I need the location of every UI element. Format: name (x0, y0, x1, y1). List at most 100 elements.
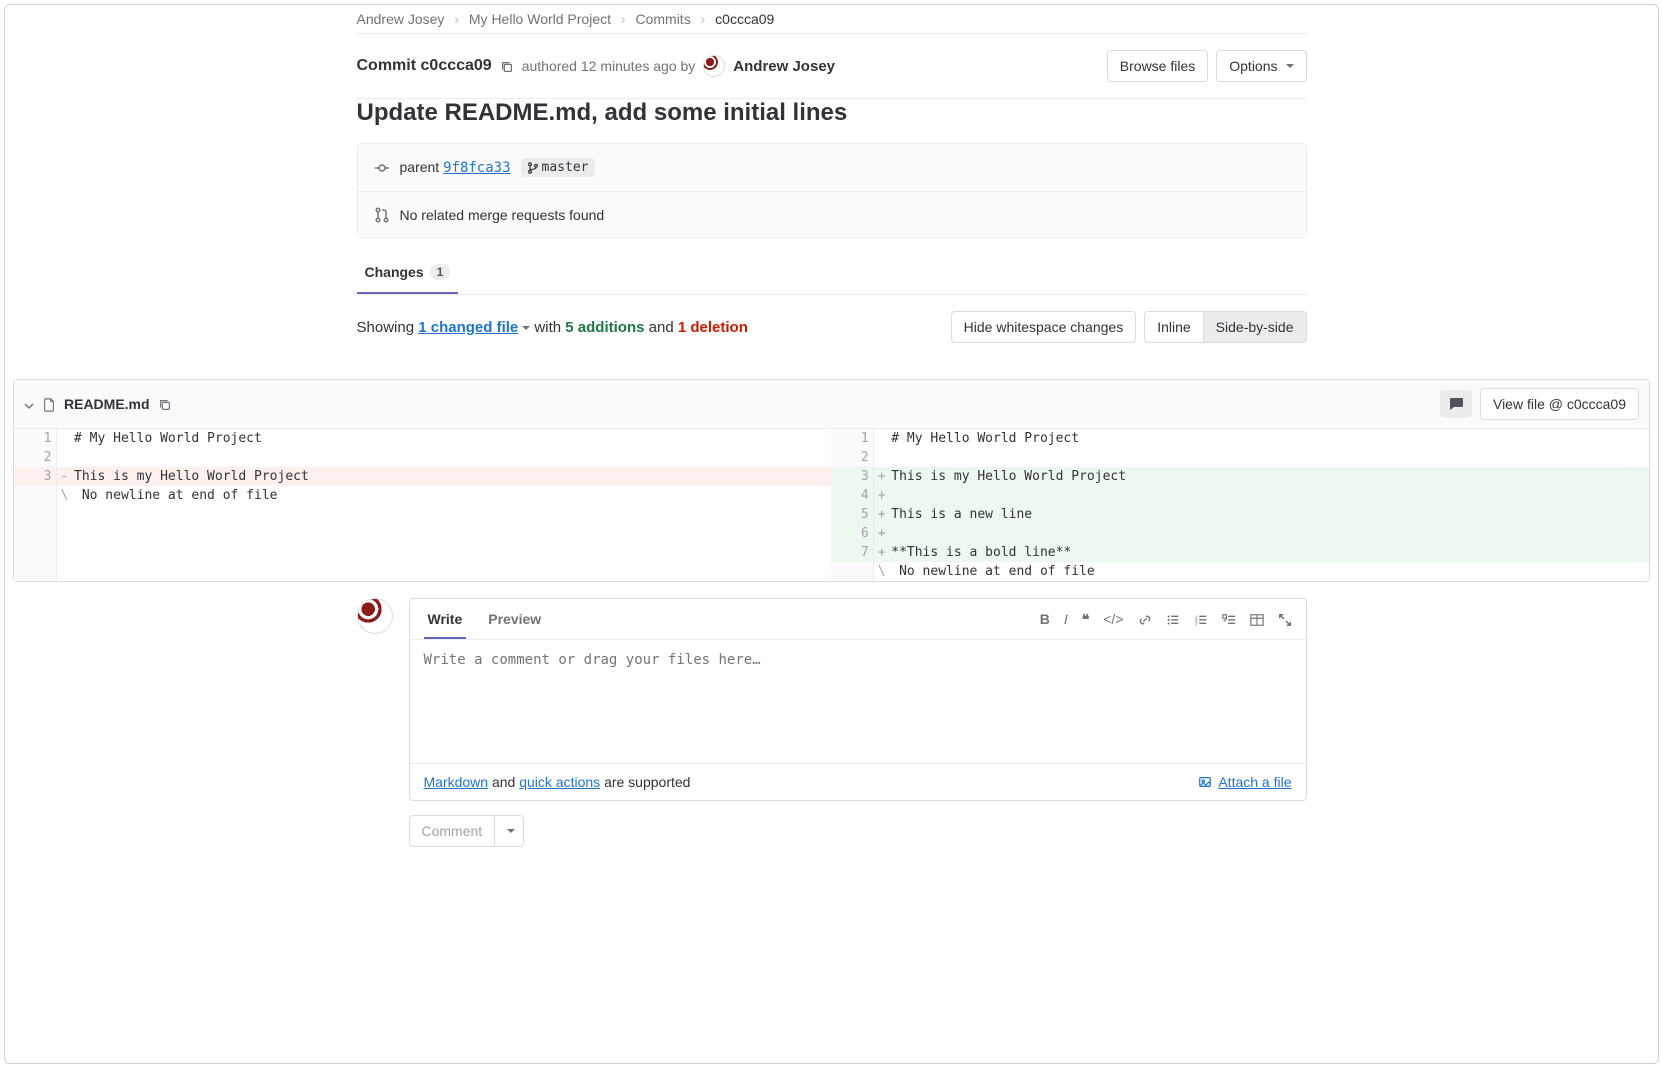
quick-actions-link[interactable]: quick actions (519, 774, 600, 790)
line-number-old[interactable] (14, 543, 56, 562)
diff-sign: \ (873, 562, 887, 581)
parent-box: parent 9f8fca33 master No related merge … (357, 143, 1307, 238)
copy-path-icon[interactable] (158, 396, 172, 412)
breadcrumb-owner[interactable]: Andrew Josey (357, 11, 445, 27)
tab-changes[interactable]: Changes 1 (357, 250, 459, 294)
diff-code-old: This is my Hello World Project (70, 467, 831, 486)
commit-header: Commit c0ccca09 authored 12 minutes ago … (357, 34, 1307, 98)
line-number-old[interactable] (14, 505, 56, 524)
line-number-new[interactable]: 7 (831, 543, 873, 562)
view-file-button[interactable]: View file @ c0ccca09 (1480, 388, 1639, 420)
diff-sign: - (56, 467, 70, 486)
italic-icon[interactable]: I (1064, 611, 1068, 627)
line-number-new[interactable]: 1 (831, 429, 873, 448)
breadcrumb-project[interactable]: My Hello World Project (469, 11, 611, 27)
comment-submit-dropdown[interactable] (495, 815, 524, 847)
comment-tab-write[interactable]: Write (424, 599, 467, 639)
bullet-list-icon[interactable] (1166, 611, 1180, 627)
line-number-old[interactable]: 2 (14, 448, 56, 467)
side-by-side-view-button[interactable]: Side-by-side (1203, 311, 1307, 343)
and-label: and (649, 319, 674, 336)
line-number-new[interactable]: 5 (831, 505, 873, 524)
line-number-new[interactable]: 3 (831, 467, 873, 486)
options-button[interactable]: Options (1216, 50, 1306, 82)
diff-sign: \ (56, 486, 70, 505)
bold-icon[interactable]: B (1040, 611, 1050, 627)
diff-code-new: **This is a bold line** (887, 543, 1648, 562)
and-label: and (492, 774, 515, 790)
diff-code-new (887, 524, 1648, 543)
hide-whitespace-button[interactable]: Hide whitespace changes (951, 311, 1137, 343)
numbered-list-icon[interactable]: 123 (1194, 611, 1208, 627)
author-name[interactable]: Andrew Josey (733, 58, 835, 75)
line-number-old[interactable] (14, 524, 56, 543)
commit-sha: c0ccca09 (421, 57, 492, 74)
authored-label: authored (522, 58, 577, 74)
diff-sign: + (873, 486, 887, 505)
branch-tag[interactable]: master (521, 158, 595, 177)
diff-sign (56, 505, 70, 524)
additions-count: 5 additions (565, 319, 644, 336)
time-ago: 12 minutes ago (581, 58, 677, 74)
current-user-avatar[interactable] (357, 598, 393, 634)
author-avatar[interactable] (703, 55, 725, 77)
fullscreen-icon[interactable] (1278, 611, 1292, 627)
changed-file-dropdown[interactable]: 1 changed file (418, 319, 530, 336)
diff-sign (56, 524, 70, 543)
tab-changes-count: 1 (430, 264, 451, 280)
diff-code-old: No newline at end of file (70, 486, 831, 505)
diff-sign: + (873, 505, 887, 524)
diff-row: 22 (14, 448, 1649, 467)
copy-icon[interactable] (500, 58, 514, 74)
file-icon (42, 396, 56, 412)
diff-sign (56, 543, 70, 562)
line-number-new[interactable] (831, 562, 873, 581)
attach-file-link[interactable]: Attach a file (1198, 774, 1291, 790)
link-icon[interactable] (1138, 611, 1152, 627)
diff-row: 1# My Hello World Project1# My Hello Wor… (14, 429, 1649, 448)
showing-label: Showing (357, 319, 415, 336)
quote-icon[interactable]: ❝ (1082, 611, 1090, 628)
breadcrumb-commits[interactable]: Commits (635, 11, 690, 27)
commit-icon (374, 159, 390, 176)
comment-tab-preview[interactable]: Preview (484, 599, 545, 639)
line-number-new[interactable]: 6 (831, 524, 873, 543)
supported-label: are supported (604, 774, 690, 790)
deletions-count: 1 deletion (678, 319, 748, 336)
comment-box: Write Preview B I ❝ </> 123 (409, 598, 1307, 801)
line-number-new[interactable]: 4 (831, 486, 873, 505)
line-number-new[interactable]: 2 (831, 448, 873, 467)
file-name[interactable]: README.md (64, 396, 150, 412)
table-icon[interactable] (1250, 611, 1264, 627)
breadcrumb-sep: › (621, 11, 626, 27)
diff-row: \ No newline at end of file4+ (14, 486, 1649, 505)
code-icon[interactable]: </> (1103, 611, 1123, 627)
breadcrumb: Andrew Josey › My Hello World Project › … (357, 5, 1307, 33)
diff-row: 7+**This is a bold line** (14, 543, 1649, 562)
breadcrumb-sep: › (701, 11, 706, 27)
diff-code-new: No newline at end of file (887, 562, 1648, 581)
line-number-old[interactable] (14, 562, 56, 581)
comment-on-file-button[interactable] (1440, 390, 1472, 418)
browse-files-button[interactable]: Browse files (1107, 50, 1208, 82)
line-number-old[interactable]: 3 (14, 467, 56, 486)
line-number-old[interactable] (14, 486, 56, 505)
diff-summary: Showing 1 changed file with 5 additions … (357, 295, 1307, 359)
diff-code-new: This is a new line (887, 505, 1648, 524)
diff-sign (56, 562, 70, 581)
comment-textarea[interactable] (410, 640, 1306, 760)
line-number-old[interactable]: 1 (14, 429, 56, 448)
inline-view-button[interactable]: Inline (1144, 311, 1203, 343)
comment-submit-button[interactable]: Comment (409, 815, 496, 847)
diff-code-new (887, 486, 1648, 505)
markdown-link[interactable]: Markdown (424, 774, 489, 790)
diff-code-new: # My Hello World Project (887, 429, 1648, 448)
diff-code-old (70, 562, 831, 581)
diff-code-old (70, 505, 831, 524)
task-list-icon[interactable] (1222, 611, 1236, 627)
attach-file-label: Attach a file (1218, 774, 1291, 790)
breadcrumb-sep: › (454, 11, 459, 27)
collapse-icon[interactable] (24, 396, 34, 412)
diff-table: 1# My Hello World Project1# My Hello Wor… (14, 429, 1649, 581)
parent-sha-link[interactable]: 9f8fca33 (443, 160, 510, 176)
